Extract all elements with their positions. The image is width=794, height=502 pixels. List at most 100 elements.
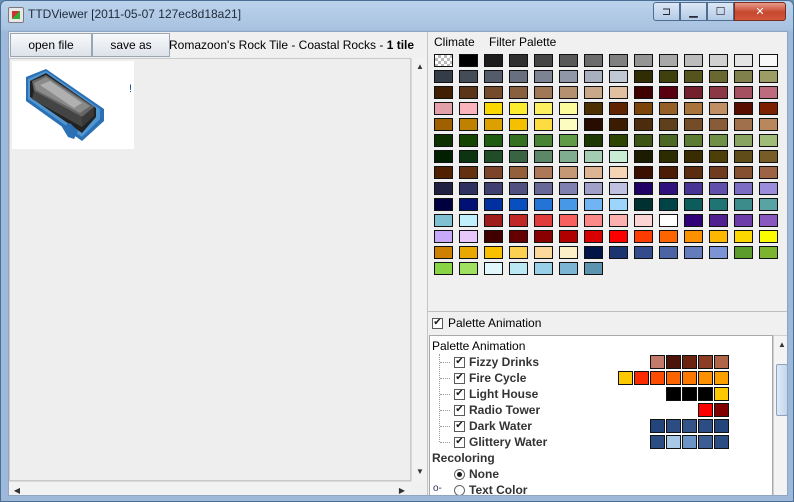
palette-swatch[interactable] xyxy=(509,262,528,275)
palette-swatch[interactable] xyxy=(709,86,728,99)
palette-swatch[interactable] xyxy=(534,118,553,131)
palette-swatch[interactable] xyxy=(509,182,528,195)
palette-swatch[interactable] xyxy=(509,54,528,67)
palette-swatch[interactable] xyxy=(659,70,678,83)
palette-swatch[interactable] xyxy=(609,54,628,67)
palette-swatch[interactable] xyxy=(584,246,603,259)
palette-swatch[interactable] xyxy=(634,118,653,131)
palette-swatch[interactable] xyxy=(734,102,753,115)
scroll-right-icon[interactable]: ▶ xyxy=(394,482,410,495)
palette-swatch[interactable] xyxy=(759,86,778,99)
palette-swatch[interactable] xyxy=(509,166,528,179)
palette-swatch[interactable] xyxy=(634,230,653,243)
palette-swatch[interactable] xyxy=(559,86,578,99)
palette-swatch[interactable] xyxy=(634,182,653,195)
palette-swatch[interactable] xyxy=(609,70,628,83)
palette-swatch[interactable] xyxy=(734,214,753,227)
palette-swatch[interactable] xyxy=(484,118,503,131)
tree-item[interactable]: ✔ Fizzy Drinks xyxy=(454,354,539,370)
palette-swatch[interactable] xyxy=(609,102,628,115)
palette-swatch[interactable] xyxy=(559,54,578,67)
palette-swatch[interactable] xyxy=(509,86,528,99)
palette-swatch[interactable] xyxy=(634,134,653,147)
palette-swatch[interactable] xyxy=(634,54,653,67)
palette-swatch[interactable] xyxy=(584,182,603,195)
palette-swatch[interactable] xyxy=(434,102,453,115)
palette-swatch[interactable] xyxy=(734,54,753,67)
palette-swatch[interactable] xyxy=(434,214,453,227)
palette-swatch[interactable] xyxy=(634,102,653,115)
palette-swatch[interactable] xyxy=(734,230,753,243)
palette-swatch[interactable] xyxy=(709,230,728,243)
palette-swatch[interactable] xyxy=(634,70,653,83)
palette-swatch[interactable] xyxy=(634,86,653,99)
palette-swatch[interactable] xyxy=(734,198,753,211)
palette-swatch[interactable] xyxy=(659,86,678,99)
palette-swatch[interactable] xyxy=(534,214,553,227)
palette-swatch[interactable] xyxy=(459,150,478,163)
palette-swatch[interactable] xyxy=(559,214,578,227)
palette-swatch[interactable] xyxy=(559,182,578,195)
palette-swatch[interactable] xyxy=(484,166,503,179)
palette-swatch[interactable] xyxy=(659,150,678,163)
palette-swatch[interactable] xyxy=(684,70,703,83)
palette-swatch[interactable] xyxy=(559,134,578,147)
palette-swatch[interactable] xyxy=(659,166,678,179)
palette-swatch[interactable] xyxy=(684,86,703,99)
palette-swatch[interactable] xyxy=(434,70,453,83)
palette-swatch[interactable] xyxy=(459,70,478,83)
palette-swatch[interactable] xyxy=(509,214,528,227)
palette-swatch[interactable] xyxy=(734,134,753,147)
palette-swatch[interactable] xyxy=(434,134,453,147)
palette-swatch[interactable] xyxy=(709,150,728,163)
window-extra-button[interactable]: ⊐ xyxy=(653,2,680,21)
checkbox-checked-icon[interactable]: ✔ xyxy=(454,372,465,384)
palette-swatch[interactable] xyxy=(734,150,753,163)
palette-swatch[interactable] xyxy=(634,166,653,179)
palette-swatch[interactable] xyxy=(584,230,603,243)
palette-swatch[interactable] xyxy=(609,150,628,163)
palette-swatch[interactable] xyxy=(759,166,778,179)
palette-swatch[interactable] xyxy=(734,182,753,195)
expand-handle-icon[interactable]: o- xyxy=(433,483,442,494)
palette-swatch[interactable] xyxy=(709,70,728,83)
palette-swatch[interactable] xyxy=(659,102,678,115)
palette-swatch[interactable] xyxy=(709,118,728,131)
palette-swatch[interactable] xyxy=(759,134,778,147)
palette-swatch[interactable] xyxy=(559,230,578,243)
palette-swatch[interactable] xyxy=(684,102,703,115)
palette-swatch[interactable] xyxy=(709,182,728,195)
palette-swatch[interactable] xyxy=(634,246,653,259)
palette-swatch[interactable] xyxy=(584,150,603,163)
recolor-option[interactable]: None xyxy=(454,466,499,482)
palette-swatch[interactable] xyxy=(709,166,728,179)
tree-item[interactable]: ✔ Radio Tower xyxy=(454,402,540,418)
palette-swatch[interactable] xyxy=(534,198,553,211)
palette-swatch[interactable] xyxy=(759,54,778,67)
palette-swatch[interactable] xyxy=(434,230,453,243)
scroll-left-icon[interactable]: ◀ xyxy=(9,482,25,495)
close-button[interactable]: ✕ xyxy=(734,2,786,21)
palette-swatch[interactable] xyxy=(609,230,628,243)
palette-swatch[interactable] xyxy=(734,118,753,131)
palette-swatch[interactable] xyxy=(659,182,678,195)
palette-swatch[interactable] xyxy=(759,118,778,131)
palette-swatch[interactable] xyxy=(634,214,653,227)
palette-swatch[interactable] xyxy=(459,166,478,179)
palette-swatch[interactable] xyxy=(509,230,528,243)
palette-swatch[interactable] xyxy=(659,246,678,259)
palette-swatch[interactable] xyxy=(759,214,778,227)
tree-item[interactable]: ✔ Dark Water xyxy=(454,418,532,434)
scroll-down-icon[interactable]: ▼ xyxy=(412,463,428,479)
palette-swatch[interactable] xyxy=(559,150,578,163)
palette-swatch[interactable] xyxy=(534,134,553,147)
palette-swatch[interactable] xyxy=(484,102,503,115)
tree-scrollbar[interactable]: ▲ xyxy=(773,335,787,495)
palette-swatch[interactable] xyxy=(484,246,503,259)
maximize-button[interactable]: ☐ xyxy=(707,2,734,21)
palette-swatch[interactable] xyxy=(434,198,453,211)
palette-swatch[interactable] xyxy=(684,230,703,243)
palette-swatch[interactable] xyxy=(434,166,453,179)
palette-swatch[interactable] xyxy=(609,118,628,131)
checkbox-checked-icon[interactable]: ✔ xyxy=(454,420,465,432)
